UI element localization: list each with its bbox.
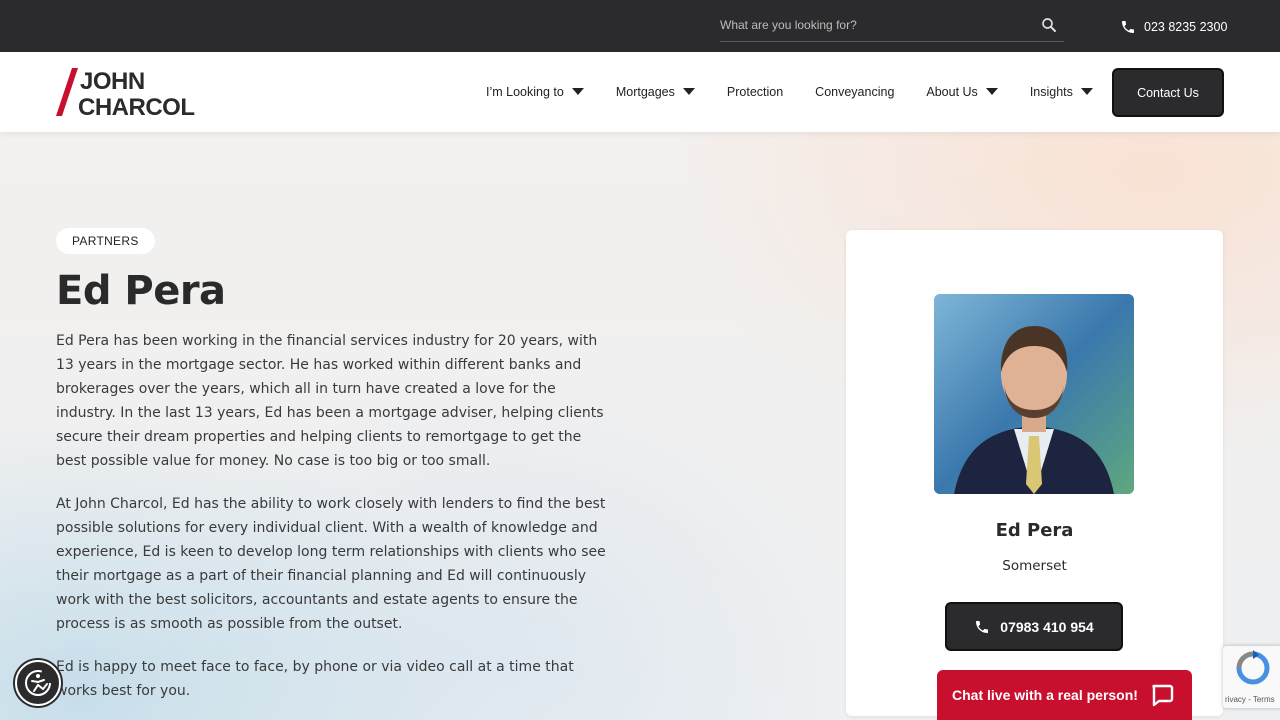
recaptcha-badge[interactable]: rivacy - Terms xyxy=(1223,646,1280,708)
adviser-card: Ed Pera Somerset 07983 410 954 xyxy=(846,230,1223,716)
nav-item-conveyancing[interactable]: Conveyancing xyxy=(815,85,894,99)
nav-item-insights[interactable]: Insights xyxy=(1030,85,1093,99)
page-title: Ed Pera xyxy=(56,268,226,314)
nav-label: I’m Looking to xyxy=(486,85,564,99)
search-input[interactable] xyxy=(720,12,1030,38)
contact-us-button[interactable]: Contact Us xyxy=(1112,68,1224,117)
adviser-name: Ed Pera xyxy=(995,520,1074,541)
adviser-portrait xyxy=(934,294,1134,494)
adviser-phone-button[interactable]: 07983 410 954 xyxy=(945,602,1123,651)
caret-down-icon xyxy=(682,88,695,95)
recaptcha-terms[interactable]: rivacy - Terms xyxy=(1225,695,1275,704)
accessibility-button[interactable] xyxy=(15,660,61,706)
adviser-location: Somerset xyxy=(1002,558,1067,574)
search-bar xyxy=(720,12,1064,42)
nav-label: Conveyancing xyxy=(815,85,895,99)
nav-item-looking-to[interactable]: I’m Looking to xyxy=(486,85,584,99)
top-bar: 023 8235 2300 xyxy=(0,0,1280,52)
chat-bubble-icon xyxy=(1152,684,1174,707)
nav-label: Mortgages xyxy=(615,85,675,99)
chat-label: Chat live with a real person! xyxy=(952,687,1138,703)
main-nav: I’m Looking to Mortgages Protection Conv… xyxy=(486,52,1125,132)
phone-icon xyxy=(976,620,989,633)
logo-word-charcol: CHARCOL xyxy=(78,94,195,118)
main-header: JOHN CHARCOL I’m Looking to Mortgages Pr… xyxy=(0,52,1280,132)
caret-down-icon xyxy=(985,88,998,95)
bio-paragraph-1: Ed Pera has been working in the financia… xyxy=(56,333,604,469)
caret-down-icon xyxy=(571,88,584,95)
search-icon[interactable] xyxy=(1040,16,1058,34)
adviser-photo xyxy=(934,294,1134,494)
recaptcha-icon xyxy=(1236,650,1270,685)
nav-label: About Us xyxy=(926,85,978,99)
header-phone-link[interactable]: 023 8235 2300 xyxy=(1120,17,1227,37)
header-phone-number: 023 8235 2300 xyxy=(1144,20,1228,34)
nav-item-mortgages[interactable]: Mortgages xyxy=(616,85,695,99)
bio-paragraph-3: Ed is happy to meet face to face, by pho… xyxy=(56,659,574,699)
caret-down-icon xyxy=(1080,88,1093,95)
accessibility-icon xyxy=(25,670,51,696)
nav-item-about-us[interactable]: About Us xyxy=(926,85,998,99)
logo-word-john: JOHN xyxy=(80,68,145,95)
phone-icon xyxy=(1122,21,1134,33)
live-chat-button[interactable]: Chat live with a real person! xyxy=(937,670,1192,720)
adviser-phone-number: 07983 410 954 xyxy=(1000,618,1094,635)
nav-label: Insights xyxy=(1029,85,1073,99)
nav-label: Protection xyxy=(726,85,784,99)
nav-item-protection[interactable]: Protection xyxy=(727,85,783,99)
bio-paragraph-2: At John Charcol, Ed has the ability to w… xyxy=(56,496,606,632)
category-badge: PARTNERS xyxy=(56,228,155,254)
john-charcol-logo[interactable]: JOHN CHARCOL xyxy=(56,66,208,118)
